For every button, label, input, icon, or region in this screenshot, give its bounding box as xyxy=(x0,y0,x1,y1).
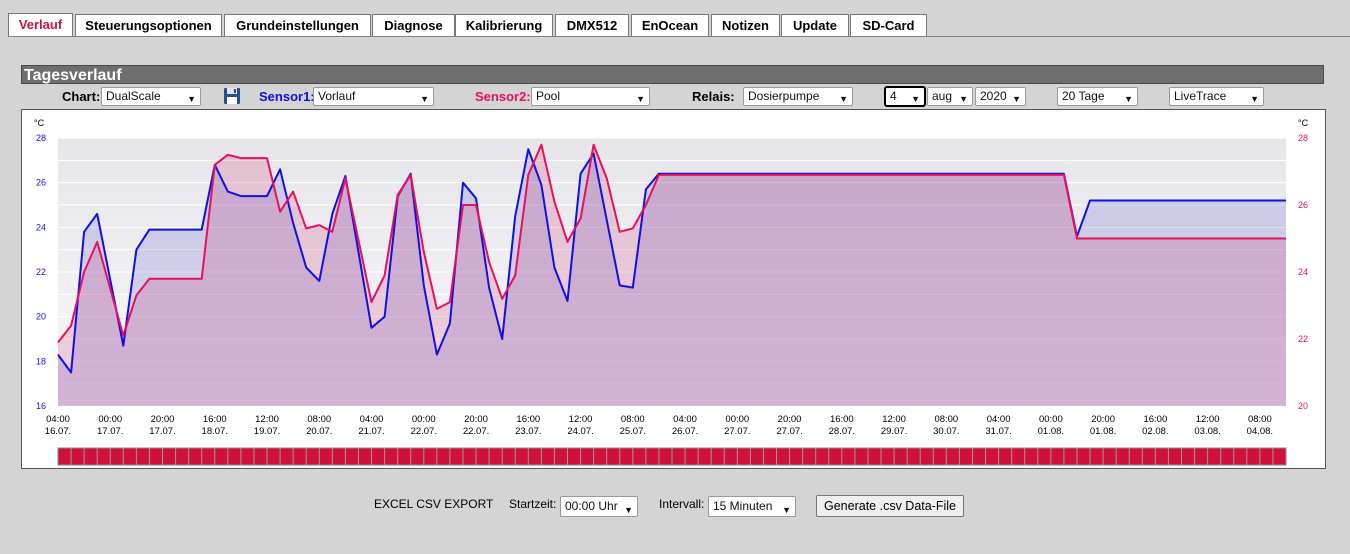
left-y-tick-label: 20 xyxy=(36,312,46,322)
x-tick-time-label: 04:00 xyxy=(360,414,384,425)
tab-bar-divider xyxy=(8,36,1350,37)
x-tick-time-label: 08:00 xyxy=(934,414,958,425)
start-label: Startzeit: xyxy=(509,497,557,511)
x-tick-time-label: 16:00 xyxy=(516,414,540,425)
save-icon[interactable] xyxy=(223,87,241,105)
tab-update[interactable]: Update xyxy=(781,14,849,36)
x-tick-date-label: 20.07. xyxy=(306,426,332,437)
month-select[interactable]: aug ▼ xyxy=(927,87,973,106)
x-tick-time-label: 08:00 xyxy=(1248,414,1272,425)
x-tick-time-label: 16:00 xyxy=(203,414,227,425)
x-tick-time-label: 04:00 xyxy=(46,414,70,425)
x-tick-date-label: 30.07. xyxy=(933,426,959,437)
relais-label: Relais: xyxy=(692,89,735,104)
x-tick-time-label: 00:00 xyxy=(98,414,122,425)
year-select[interactable]: 2020 ▼ xyxy=(975,87,1026,106)
sensor1-select[interactable]: Vorlauf ▼ xyxy=(313,87,434,106)
x-tick-time-label: 20:00 xyxy=(151,414,175,425)
x-tick-date-label: 01.08. xyxy=(1038,426,1064,437)
x-tick-date-label: 21.07. xyxy=(358,426,384,437)
right-y-tick-label: 26 xyxy=(1298,200,1308,210)
sensor1-label: Sensor1: xyxy=(259,89,315,104)
x-tick-date-label: 17.07. xyxy=(149,426,175,437)
section-title: Tagesverlauf xyxy=(21,65,1324,84)
tab-grundeinstellungen[interactable]: Grundeinstellungen xyxy=(224,14,371,36)
right-y-tick-label: 22 xyxy=(1298,334,1308,344)
tab-dmx512[interactable]: DMX512 xyxy=(555,14,629,36)
left-y-tick-label: 16 xyxy=(36,401,46,411)
x-tick-time-label: 20:00 xyxy=(778,414,802,425)
chart-panel: °C °C 16 18 20 22 24 26 28 20 22 24 26 28 04:00 16.07. 0… xyxy=(21,109,1326,469)
x-tick-time-label: 08:00 xyxy=(621,414,645,425)
left-y-tick-label: 28 xyxy=(36,133,46,143)
right-y-tick-label: 24 xyxy=(1298,267,1308,277)
right-unit-label: °C xyxy=(1298,118,1309,128)
interval-label: Intervall: xyxy=(659,497,705,511)
sensor2-select[interactable]: Pool ▼ xyxy=(531,87,650,106)
x-tick-date-label: 24.07. xyxy=(567,426,593,437)
x-tick-date-label: 19.07. xyxy=(254,426,280,437)
x-tick-time-label: 00:00 xyxy=(725,414,749,425)
x-tick-time-label: 12:00 xyxy=(1196,414,1220,425)
x-tick-time-label: 20:00 xyxy=(1091,414,1115,425)
x-tick-date-label: 29.07. xyxy=(881,426,907,437)
chart-label: Chart: xyxy=(62,89,101,104)
interval-select[interactable]: 15 Minuten ▼ xyxy=(708,496,796,517)
day-select[interactable]: 4 ▼ xyxy=(884,86,926,107)
x-tick-date-label: 25.07. xyxy=(620,426,646,437)
x-tick-date-label: 31.07. xyxy=(985,426,1011,437)
chart-type-select[interactable]: DualScale ▼ xyxy=(101,87,201,106)
x-tick-date-label: 22.07. xyxy=(463,426,489,437)
left-unit-label: °C xyxy=(34,118,45,128)
x-tick-time-label: 12:00 xyxy=(569,414,593,425)
left-y-tick-label: 24 xyxy=(36,222,46,232)
relais-select[interactable]: Dosierpumpe ▼ xyxy=(743,87,853,106)
x-tick-date-label: 22.07. xyxy=(411,426,437,437)
x-tick-time-label: 04:00 xyxy=(673,414,697,425)
x-tick-date-label: 27.07. xyxy=(724,426,750,437)
x-tick-time-label: 00:00 xyxy=(1039,414,1063,425)
x-tick-time-label: 08:00 xyxy=(307,414,331,425)
left-y-tick-label: 26 xyxy=(36,178,46,188)
x-tick-time-label: 16:00 xyxy=(830,414,854,425)
x-tick-date-label: 04.08. xyxy=(1247,426,1273,437)
x-tick-date-label: 01.08. xyxy=(1090,426,1116,437)
x-tick-time-label: 20:00 xyxy=(464,414,488,425)
x-tick-date-label: 26.07. xyxy=(672,426,698,437)
sensor2-label: Sensor2: xyxy=(475,89,531,104)
tab-enocean[interactable]: EnOcean xyxy=(631,14,709,36)
tab-notizen[interactable]: Notizen xyxy=(711,14,780,36)
x-tick-date-label: 02.08. xyxy=(1142,426,1168,437)
right-y-tick-label: 28 xyxy=(1298,133,1308,143)
x-tick-date-label: 17.07. xyxy=(97,426,123,437)
temperature-chart: °C °C16182022242628202224262804:0016.07.0… xyxy=(34,118,1309,466)
range-select[interactable]: 20 Tage ▼ xyxy=(1057,87,1138,106)
x-tick-time-label: 04:00 xyxy=(987,414,1011,425)
left-y-tick-label: 18 xyxy=(36,356,46,366)
x-tick-date-label: 18.07. xyxy=(202,426,228,437)
tab-steuerungsoptionen[interactable]: Steuerungsoptionen xyxy=(75,14,222,36)
x-tick-date-label: 28.07. xyxy=(829,426,855,437)
generate-csv-button[interactable]: Generate .csv Data-File xyxy=(816,495,964,517)
left-y-tick-label: 22 xyxy=(36,267,46,277)
x-tick-time-label: 00:00 xyxy=(412,414,436,425)
tab-bar: Verlauf Steuerungsoptionen Grundeinstell… xyxy=(8,13,1350,37)
x-tick-date-label: 23.07. xyxy=(515,426,541,437)
x-tick-time-label: 12:00 xyxy=(255,414,279,425)
x-tick-date-label: 27.07. xyxy=(776,426,802,437)
x-tick-time-label: 16:00 xyxy=(1143,414,1167,425)
x-tick-time-label: 12:00 xyxy=(882,414,906,425)
tab-verlauf[interactable]: Verlauf xyxy=(8,13,73,37)
export-title: EXCEL CSV EXPORT xyxy=(374,497,494,511)
tab-kalibrierung[interactable]: Kalibrierung xyxy=(455,14,553,36)
right-y-tick-label: 20 xyxy=(1298,401,1308,411)
x-tick-date-label: 03.08. xyxy=(1194,426,1220,437)
tab-diagnose[interactable]: Diagnose xyxy=(372,14,455,36)
trace-mode-select[interactable]: LiveTrace ▼ xyxy=(1169,87,1264,106)
tab-sd-card[interactable]: SD-Card xyxy=(850,14,927,36)
start-time-select[interactable]: 00:00 Uhr ▼ xyxy=(560,496,638,517)
x-tick-date-label: 16.07. xyxy=(45,426,71,437)
